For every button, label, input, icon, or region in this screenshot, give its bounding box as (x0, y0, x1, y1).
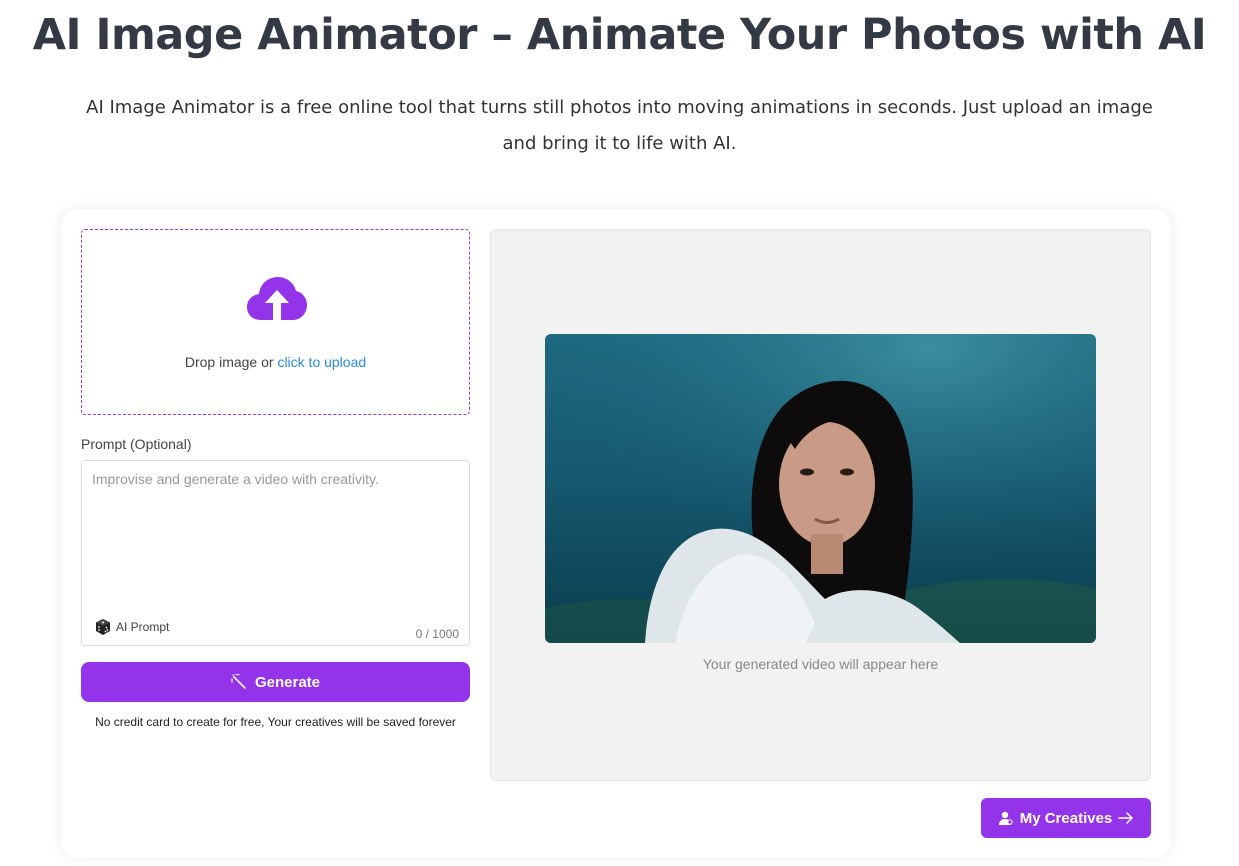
my-creatives-label: My Creatives (1019, 809, 1113, 827)
page-title: AI Image Animator – Animate Your Photos … (32, 10, 1207, 60)
prompt-box: AI Prompt 0 / 1000 (81, 460, 470, 646)
video-preview-panel: Your generated video will appear here (490, 229, 1151, 781)
sample-preview-image (545, 334, 1096, 643)
generate-button[interactable]: Generate (81, 662, 470, 702)
user-icon (998, 811, 1013, 825)
prompt-input[interactable] (82, 461, 469, 611)
ai-prompt-label: AI Prompt (116, 620, 170, 634)
char-count: 0 / 1000 (415, 627, 459, 641)
click-to-upload-link[interactable]: click to upload (277, 354, 366, 370)
cloud-upload-icon (247, 277, 307, 320)
prompt-label: Prompt (Optional) (81, 436, 192, 452)
underwater-portrait-image (545, 334, 1096, 643)
preview-caption: Your generated video will appear here (702, 656, 939, 672)
arrow-right-icon (1118, 812, 1134, 824)
dice-icon (96, 619, 110, 635)
magic-wand-icon (231, 674, 246, 689)
my-creatives-button[interactable]: My Creatives (981, 798, 1151, 838)
upload-text-prefix: Drop image or (184, 354, 278, 370)
image-upload-dropzone[interactable]: Drop image or click to upload (81, 229, 470, 415)
upload-instructions: Drop image or click to upload (82, 354, 469, 370)
free-usage-note: No credit card to create for free, Your … (95, 715, 456, 729)
ai-prompt-button[interactable]: AI Prompt (94, 617, 169, 637)
page-subtitle: AI Image Animator is a free online tool … (86, 97, 1153, 154)
generate-label: Generate (254, 673, 321, 691)
